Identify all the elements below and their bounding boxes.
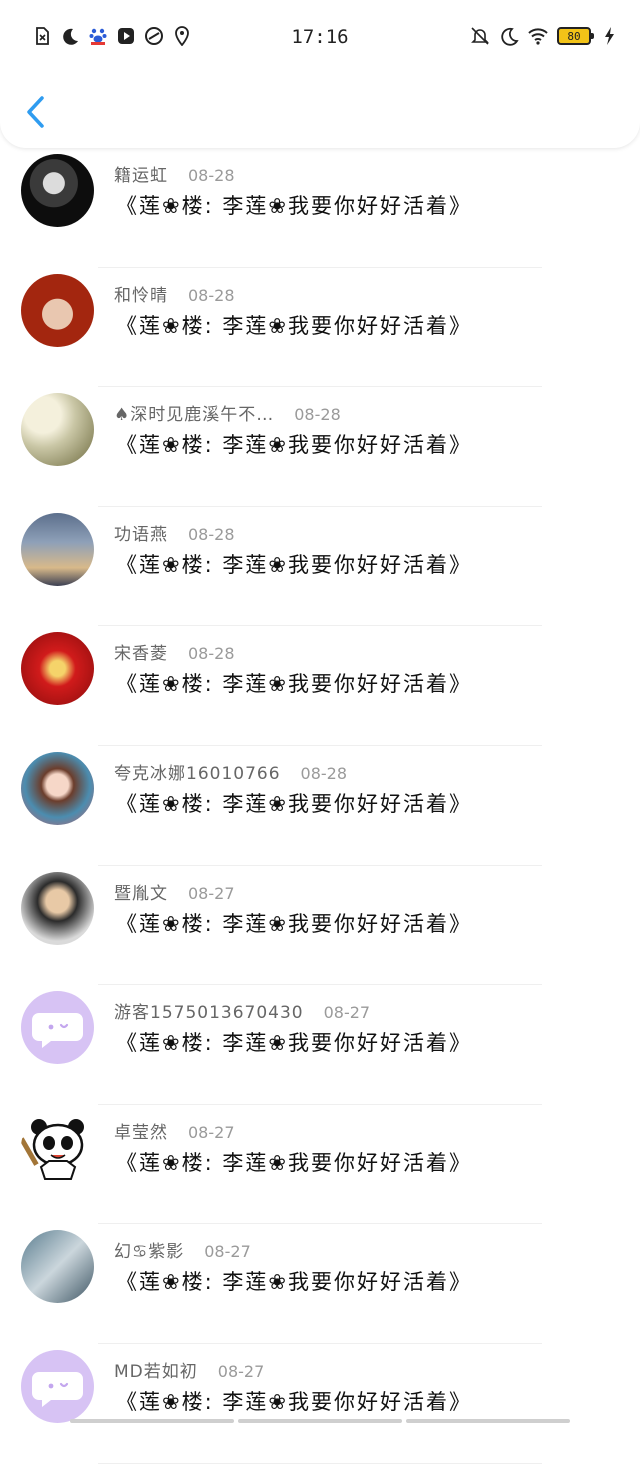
comment-meta: 夸克冰娜16010766 08-28 (114, 759, 347, 784)
comment-meta: 功语燕 08-28 (114, 520, 235, 545)
avatar[interactable] (21, 632, 94, 706)
list-item[interactable]: 功语燕 08-28 《莲❀楼: 李莲❀我要你好好活着》 (0, 507, 640, 627)
comment-meta: 籍运虹 08-28 (114, 161, 235, 186)
comment-meta: ♠深时见鹿溪午不… 08-28 (114, 400, 341, 425)
commenter-name[interactable]: 籍运虹 (114, 161, 168, 186)
comment-meta: 卓莹然 08-27 (114, 1118, 235, 1143)
charging-bolt-icon (605, 27, 614, 45)
avatar[interactable] (21, 1349, 94, 1423)
commenter-name[interactable]: 宋香菱 (114, 639, 168, 664)
commenter-name[interactable]: 夸克冰娜16010766 (114, 759, 281, 784)
comment-text: 《莲❀楼: 李莲❀我要你好好活着》 (116, 1270, 472, 1295)
list-item[interactable]: 和怜晴 08-28 《莲❀楼: 李莲❀我要你好好活着》 (0, 268, 640, 388)
list-item[interactable]: 暨胤文 08-27 《莲❀楼: 李莲❀我要你好好活着》 (0, 866, 640, 986)
avatar[interactable] (21, 871, 94, 945)
comment-text: 《莲❀楼: 李莲❀我要你好好活着》 (116, 911, 472, 936)
list-item[interactable]: 幻♋紫影 08-27 《莲❀楼: 李莲❀我要你好好活着》 (0, 1224, 640, 1344)
chat-bubble-icon (32, 1371, 83, 1407)
comment-date: 08-28 (300, 763, 348, 783)
chat-bubble-icon (32, 1013, 83, 1049)
comment-date: 08-28 (294, 405, 341, 425)
comment-list: 籍运虹 08-28 《莲❀楼: 李莲❀我要你好好活着》 和怜晴 08-28 《莲… (0, 148, 640, 1464)
comment-meta: 幻♋紫影 08-27 (114, 1237, 251, 1262)
commenter-name[interactable]: 功语燕 (114, 520, 168, 545)
avatar[interactable] (21, 273, 94, 347)
comment-date: 08-27 (217, 1361, 265, 1381)
list-item[interactable]: 宋香菱 08-28 《莲❀楼: 李莲❀我要你好好活着》 (0, 626, 640, 746)
avatar[interactable] (21, 512, 94, 586)
avatar[interactable] (21, 393, 94, 467)
avatar[interactable] (21, 1110, 94, 1184)
commenter-name[interactable]: 幻♋紫影 (114, 1237, 184, 1262)
comment-text: 《莲❀楼: 李莲❀我要你好好活着》 (116, 194, 472, 218)
comment-meta: 暨胤文 08-27 (114, 879, 235, 904)
panda-icon (21, 1118, 84, 1180)
home-indicator (70, 1419, 570, 1423)
comment-meta: MD若如初 08-27 (114, 1357, 264, 1382)
bell-off-icon (471, 27, 489, 45)
list-item[interactable]: 卓莹然 08-27 《莲❀楼: 李莲❀我要你好好活着》 (0, 1105, 640, 1225)
commenter-name[interactable]: 暨胤文 (114, 879, 168, 904)
comment-date: 08-28 (188, 644, 235, 664)
avatar[interactable] (21, 154, 94, 227)
list-item[interactable]: MD若如初 08-27 《莲❀楼: 李莲❀我要你好好活着》 (0, 1344, 640, 1464)
status-right-icons: 80 (470, 26, 620, 46)
wifi-icon (528, 28, 548, 45)
comment-text: 《莲❀楼: 李莲❀我要你好好活着》 (116, 552, 472, 577)
comment-text: 《莲❀楼: 李莲❀我要你好好活着》 (116, 672, 472, 697)
avatar[interactable] (21, 1230, 94, 1304)
comment-date: 08-28 (188, 285, 235, 305)
comment-text: 《莲❀楼: 李莲❀我要你好好活着》 (116, 1389, 472, 1414)
commenter-name[interactable]: 卓莹然 (114, 1118, 168, 1143)
list-item[interactable]: 夸克冰娜16010766 08-28 《莲❀楼: 李莲❀我要你好好活着》 (0, 746, 640, 866)
avatar[interactable] (21, 991, 94, 1065)
divider (98, 1462, 542, 1464)
top-bar: 17:16 80 (0, 0, 640, 148)
list-item[interactable]: 游客1575013670430 08-27 《莲❀楼: 李莲❀我要你好好活着》 (0, 985, 640, 1105)
comment-date: 08-28 (188, 166, 235, 185)
comment-text: 《莲❀楼: 李莲❀我要你好好活着》 (116, 433, 472, 458)
avatar[interactable] (21, 751, 94, 825)
battery-level: 80 (567, 29, 581, 43)
comment-date: 08-28 (188, 524, 235, 544)
commenter-name[interactable]: MD若如初 (114, 1357, 198, 1382)
list-item[interactable]: 籍运虹 08-28 《莲❀楼: 李莲❀我要你好好活着》 (0, 148, 640, 268)
comment-meta: 宋香菱 08-28 (114, 639, 235, 664)
comment-date: 08-27 (188, 1122, 235, 1142)
status-bar: 17:16 80 (0, 14, 640, 58)
comment-date: 08-27 (188, 883, 235, 903)
commenter-name[interactable]: 游客1575013670430 (114, 998, 304, 1023)
comment-meta: 和怜晴 08-28 (114, 281, 235, 306)
comment-text: 《莲❀楼: 李莲❀我要你好好活着》 (116, 313, 472, 338)
list-item[interactable]: ♠深时见鹿溪午不… 08-28 《莲❀楼: 李莲❀我要你好好活着》 (0, 387, 640, 507)
commenter-name[interactable]: ♠深时见鹿溪午不… (114, 400, 274, 425)
moon-icon (501, 27, 519, 46)
comment-meta: 游客1575013670430 08-27 (114, 998, 370, 1023)
comment-date: 08-27 (204, 1242, 251, 1262)
comment-text: 《莲❀楼: 李莲❀我要你好好活着》 (116, 791, 472, 816)
battery-icon: 80 (557, 27, 594, 45)
commenter-name[interactable]: 和怜晴 (114, 281, 168, 306)
comment-text: 《莲❀楼: 李莲❀我要你好好活着》 (116, 1150, 472, 1175)
comment-date: 08-27 (323, 1003, 371, 1023)
chevron-left-icon[interactable] (20, 92, 52, 132)
comment-text: 《莲❀楼: 李莲❀我要你好好活着》 (116, 1031, 472, 1056)
